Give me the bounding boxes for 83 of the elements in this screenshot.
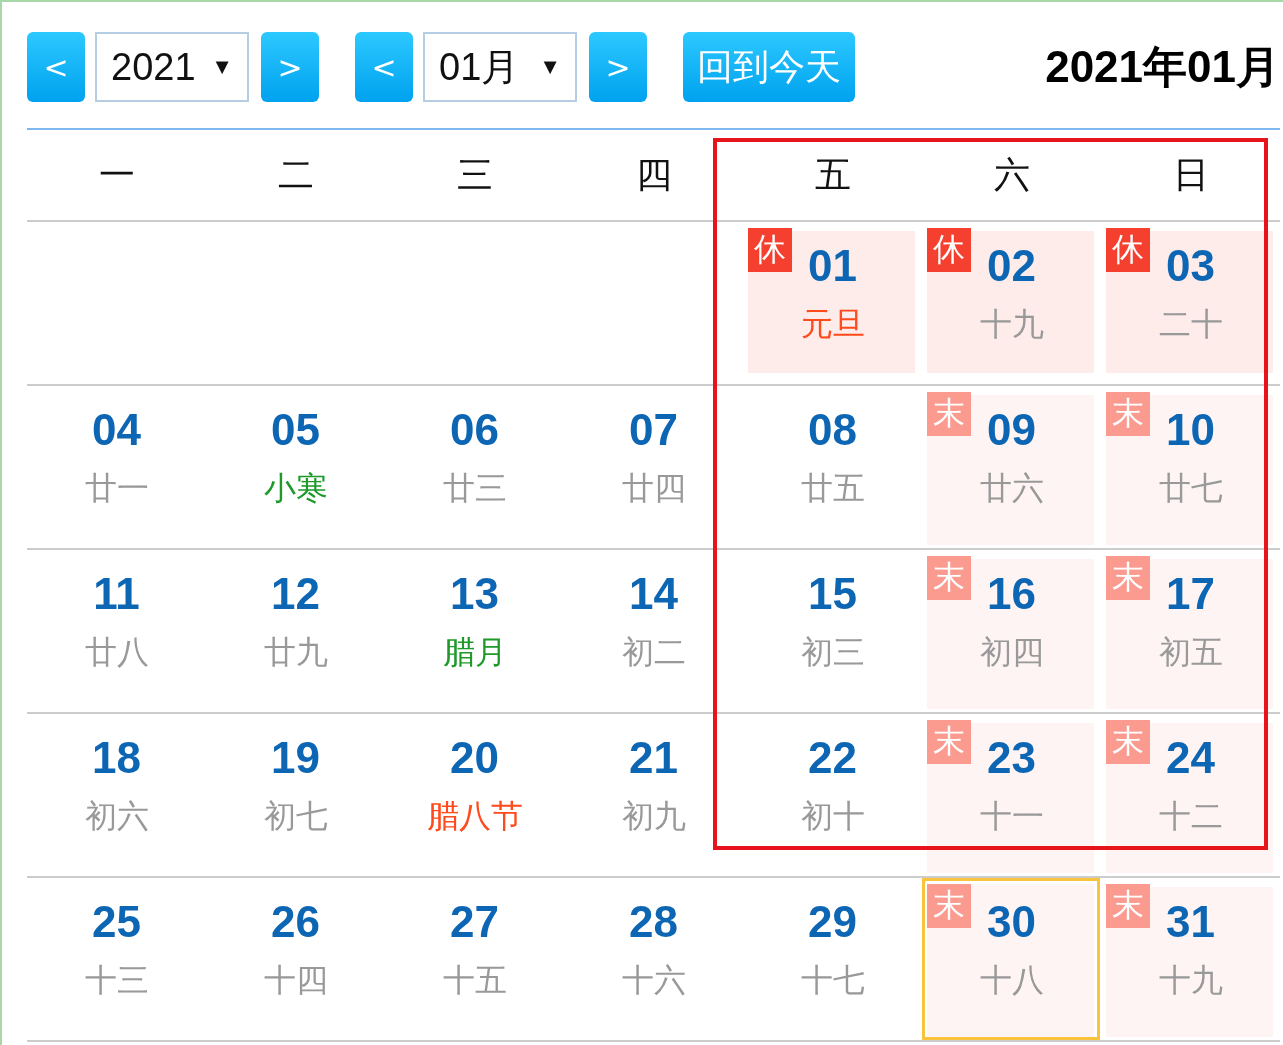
- weekday-label: 五: [814, 152, 851, 197]
- lunar-date: 廿一: [84, 469, 149, 508]
- lunar-date: 二十: [1158, 305, 1223, 344]
- day-badge: 末: [1106, 884, 1150, 928]
- lunar-date: 元旦: [800, 305, 865, 344]
- lunar-date: 十二: [1158, 797, 1223, 836]
- lunar-date: 十八: [979, 961, 1044, 1000]
- day-number[interactable]: 21: [629, 730, 678, 786]
- weekday-label: 二: [277, 152, 314, 197]
- day-number[interactable]: 02: [987, 238, 1036, 294]
- day-number[interactable]: 16: [987, 566, 1036, 622]
- weekday-label: 日: [1172, 152, 1209, 197]
- day-number[interactable]: 30: [987, 894, 1036, 950]
- day-number[interactable]: 13: [450, 566, 499, 622]
- day-number[interactable]: 31: [1166, 894, 1215, 950]
- day-badge: 末: [927, 720, 971, 764]
- day-number[interactable]: 07: [629, 402, 678, 458]
- lunar-date: 初三: [800, 633, 865, 672]
- lunar-date: 初二: [621, 633, 686, 672]
- day-number[interactable]: 23: [987, 730, 1036, 786]
- day-number[interactable]: 03: [1166, 238, 1215, 294]
- lunar-date: 廿四: [621, 469, 686, 508]
- day-number[interactable]: 29: [808, 894, 857, 950]
- day-number[interactable]: 09: [987, 402, 1036, 458]
- day-number[interactable]: 10: [1166, 402, 1215, 458]
- weekday-label: 四: [635, 152, 672, 197]
- lunar-date: 十四: [263, 961, 328, 1000]
- day-number[interactable]: 27: [450, 894, 499, 950]
- lunar-date: 初四: [979, 633, 1044, 672]
- lunar-date: 腊月: [442, 633, 507, 672]
- day-badge: 末: [1106, 556, 1150, 600]
- day-number[interactable]: 14: [629, 566, 678, 622]
- day-number[interactable]: 11: [93, 566, 140, 622]
- lunar-date: 初九: [621, 797, 686, 836]
- lunar-date: 廿九: [263, 633, 328, 672]
- day-badge: 末: [927, 884, 971, 928]
- weekday-label: 一: [98, 152, 135, 197]
- day-number[interactable]: 25: [92, 894, 141, 950]
- lunar-date: 初六: [84, 797, 149, 836]
- month-select[interactable]: 01月 ▼: [423, 32, 577, 102]
- day-number[interactable]: 22: [808, 730, 857, 786]
- lunar-date: 初五: [1158, 633, 1223, 672]
- lunar-date: 十五: [442, 961, 507, 1000]
- day-badge: 末: [1106, 392, 1150, 436]
- day-number[interactable]: 18: [92, 730, 141, 786]
- lunar-date: 廿五: [800, 469, 865, 508]
- lunar-date: 十六: [621, 961, 686, 1000]
- day-number[interactable]: 01: [808, 238, 857, 294]
- day-badge: 末: [1106, 720, 1150, 764]
- month-title: 2021年01月: [1045, 40, 1280, 93]
- day-number[interactable]: 28: [629, 894, 678, 950]
- day-badge: 休: [927, 228, 971, 272]
- day-number[interactable]: 17: [1166, 566, 1215, 622]
- day-badge: 末: [927, 392, 971, 436]
- lunar-date: 十一: [979, 797, 1044, 836]
- year-select[interactable]: 2021 ▼: [95, 32, 249, 102]
- day-badge: 休: [748, 228, 792, 272]
- lunar-date: 廿三: [442, 469, 507, 508]
- lunar-date: 腊八节: [426, 797, 523, 836]
- weekday-label: 三: [456, 152, 493, 197]
- day-number[interactable]: 04: [92, 402, 141, 458]
- day-number[interactable]: 19: [271, 730, 320, 786]
- lunar-date: 初十: [800, 797, 865, 836]
- day-number[interactable]: 12: [271, 566, 320, 622]
- lunar-date: 廿六: [979, 469, 1044, 508]
- lunar-date: 廿八: [84, 633, 149, 672]
- lunar-date: 十九: [1158, 961, 1223, 1000]
- day-number[interactable]: 08: [808, 402, 857, 458]
- day-number[interactable]: 26: [271, 894, 320, 950]
- lunar-date: 小寒: [263, 469, 328, 508]
- day-badge: 休: [1106, 228, 1150, 272]
- lunar-date: 十三: [84, 961, 149, 1000]
- day-number[interactable]: 05: [271, 402, 320, 458]
- day-number[interactable]: 06: [450, 402, 499, 458]
- day-badge: 末: [927, 556, 971, 600]
- day-number[interactable]: 15: [808, 566, 857, 622]
- day-number[interactable]: 24: [1166, 730, 1215, 786]
- lunar-date: 十九: [979, 305, 1044, 344]
- lunar-date: 十七: [800, 961, 865, 1000]
- weekday-label: 六: [993, 152, 1030, 197]
- day-number[interactable]: 20: [450, 730, 499, 786]
- lunar-date: 初七: [263, 797, 328, 836]
- lunar-date: 廿七: [1158, 469, 1223, 508]
